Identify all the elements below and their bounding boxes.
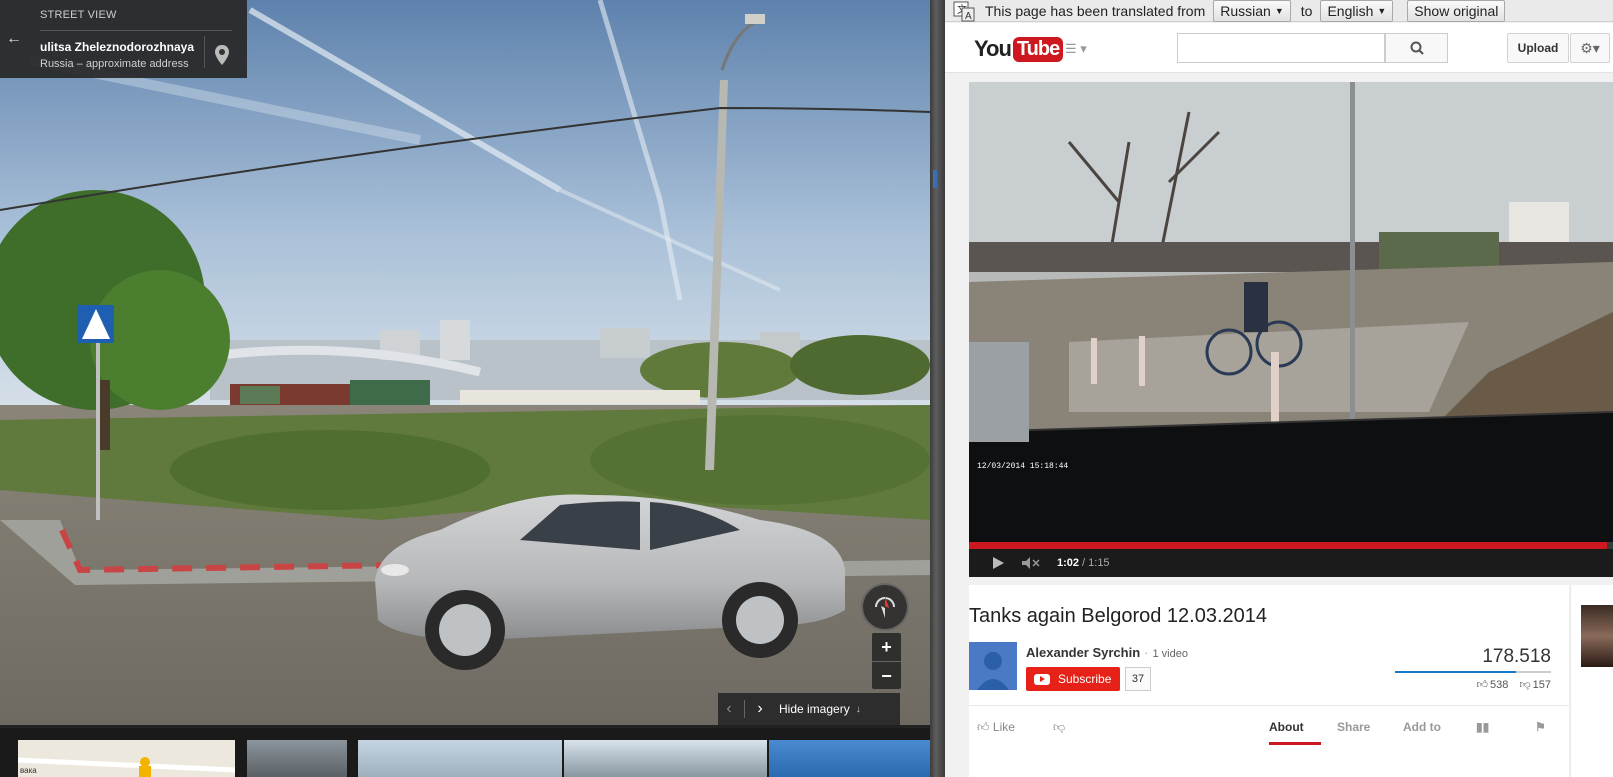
youtube-window: 文A This page has been translated from Ru… [945,0,1613,777]
logo-you: You [974,36,1012,61]
source-language-select[interactable]: Russian ▼ [1213,0,1291,22]
thumbnail-image[interactable] [769,740,930,777]
search-input[interactable] [1177,33,1385,63]
player-controls: 1:02 / 1:15 [969,549,1613,577]
svg-text:A: A [965,11,972,22]
video-timestamp-overlay: 12/03/2014 15:18:44 [977,462,1069,471]
hide-imagery-button[interactable]: Hide imagery [779,702,850,716]
channel-video-count[interactable]: 1 video [1153,648,1188,660]
channel-avatar[interactable] [969,642,1017,690]
subscribe-label: Subscribe [1058,672,1112,686]
video-progress-fill [969,542,1607,549]
compass-icon [875,596,895,618]
zoom-control: + − [872,633,901,689]
search-icon [1410,41,1424,55]
map-pin-icon[interactable] [213,44,231,66]
subscribe-button[interactable]: Subscribe [1026,667,1120,691]
channel-separator: · [1144,645,1149,660]
imagery-bar: ‹ › Hide imagery ↓ [718,693,900,725]
thumbnail-map-label: вака [20,766,37,775]
thumbnail-image[interactable] [247,740,347,777]
watch-info: Tanks again Belgorod 12.03.2014 Alexande… [969,585,1569,777]
target-language-select[interactable]: English ▼ [1320,0,1394,22]
muted-volume-icon[interactable] [1021,554,1043,572]
related-videos-sidebar [1570,585,1613,777]
related-video-thumbnail[interactable] [1581,605,1613,667]
like-button[interactable]: 👍︎ Like [977,720,1015,735]
video-progress-bar[interactable] [969,542,1613,549]
tab-share[interactable]: Share [1337,720,1370,734]
source-language-value: Russian [1220,2,1271,19]
street-view-panorama[interactable] [0,0,930,725]
channel-name[interactable]: Alexander Syrchin [1026,645,1140,660]
youtube-play-icon [1034,673,1050,685]
imagery-thumbnail-strip: вака [0,728,930,777]
thumbnail-image[interactable] [564,740,767,777]
subscriber-count: 37 [1125,667,1151,691]
address-note: Russia – approximate address [40,58,189,70]
channel-info: Alexander Syrchin · 1 video [1026,645,1188,660]
video-title: Tanks again Belgorod 12.03.2014 [969,605,1268,627]
double-chevron-down-icon[interactable]: ↓ [856,704,861,715]
like-label: Like [992,720,1015,734]
translate-bar: 文A This page has been translated from Ru… [945,0,1613,22]
guide-menu-icon[interactable]: ☰ ▾ [1065,41,1087,57]
street-view-header-label: STREET VIEW [40,9,117,21]
video-player[interactable]: 12/03/2014 15:18:44 1:02 / 1:15 [969,82,1613,577]
street-view-panel[interactable]: ← STREET VIEW ulitsa Zheleznodorozhnaya … [0,0,930,777]
action-bar: 👍︎ Like 👎︎ About Share Add to ▮▮ ⚑ [969,705,1569,745]
imagery-divider [744,700,745,718]
video-frame[interactable] [969,82,1613,542]
stats-icon[interactable]: ▮▮ [1476,720,1489,734]
compass-control[interactable] [861,583,909,631]
back-arrow-icon[interactable]: ← [0,0,28,78]
header-divider [40,30,232,31]
thumbs-down-icon: 👎︎ [1053,720,1066,734]
flag-icon[interactable]: ⚑ [1535,720,1546,734]
thumbnail-map[interactable]: вака [18,740,235,777]
youtube-logo[interactable]: You Tube [974,34,1064,64]
window-divider[interactable] [930,0,945,777]
divider-accent [933,170,937,188]
view-count: 178.518 [1482,646,1551,667]
youtube-masthead: You Tube ☰ ▾ Upload ⚙▾ [945,23,1613,73]
like-count: 538 [1490,679,1509,691]
search-button[interactable] [1385,33,1448,63]
caret-down-icon: ▼ [1377,5,1387,16]
caret-down-icon: ▼ [1274,5,1284,16]
translate-icon: 文A [953,0,975,22]
show-original-button[interactable]: Show original [1407,0,1506,22]
upload-button[interactable]: Upload [1507,33,1569,63]
next-image-arrow-icon[interactable]: › [749,700,771,718]
street-view-info-card: ← STREET VIEW ulitsa Zheleznodorozhnaya … [0,0,247,78]
thumbs-up-icon[interactable]: 👍︎ [1477,679,1489,691]
tab-about[interactable]: About [1269,720,1304,734]
video-duration: / 1:15 [1082,557,1110,569]
translate-to-label: to [1300,2,1313,19]
play-icon[interactable] [989,554,1007,572]
active-tab-indicator [1269,742,1321,745]
pegman-icon [18,740,235,777]
zoom-in-button[interactable]: + [872,633,901,661]
target-language-value: English [1327,2,1374,19]
like-ratio-bar [1395,671,1551,673]
current-time: 1:02 [1057,557,1080,569]
logo-tube: Tube [1012,36,1064,62]
like-ratio-fill [1395,671,1516,673]
card-divider [204,36,205,68]
dislike-count: 157 [1532,679,1551,691]
translate-message: This page has been translated from [985,2,1206,19]
street-name: ulitsa Zheleznodorozhnaya [40,40,195,54]
previous-image-arrow-icon[interactable]: ‹ [718,700,740,718]
settings-gear-icon[interactable]: ⚙▾ [1570,33,1610,63]
like-dislike-counts: 👍︎ 538 👎︎ 157 [1475,678,1551,691]
dislike-button[interactable]: 👎︎ [1053,720,1065,735]
zoom-out-button[interactable]: − [872,662,901,690]
thumbs-down-icon[interactable]: 👎︎ [1519,679,1530,691]
thumbnail-image[interactable] [358,740,562,777]
tab-add-to[interactable]: Add to [1403,720,1441,734]
thumbs-up-icon: 👍︎ [977,720,990,734]
